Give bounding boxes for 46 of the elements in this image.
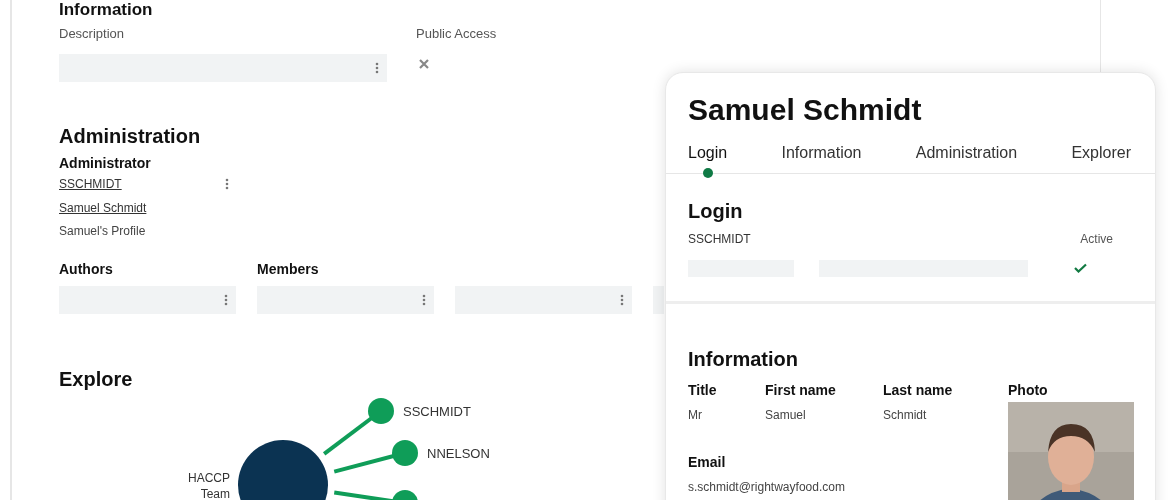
card-title: Samuel Schmidt xyxy=(688,92,922,128)
field-value: Samuel xyxy=(765,406,806,424)
field-label: Email xyxy=(688,452,726,472)
more-icon[interactable] xyxy=(620,293,624,306)
name-link[interactable]: Samuel Schmidt xyxy=(59,200,147,215)
input-field[interactable] xyxy=(257,285,434,314)
user-link[interactable]: SSCHMIDT xyxy=(59,175,122,192)
profile-text: Samuel's Profile xyxy=(59,222,146,239)
field-label: Public Access xyxy=(416,25,497,43)
graph-node[interactable] xyxy=(392,490,418,500)
field-value: Schmidt xyxy=(883,406,927,424)
more-icon[interactable] xyxy=(422,293,426,306)
field-label: Members xyxy=(257,259,319,279)
section-heading: Information xyxy=(59,0,153,18)
field-label: Administrator xyxy=(59,153,151,173)
field-label: Active xyxy=(1080,230,1113,248)
section-heading: Information xyxy=(688,346,798,372)
tab[interactable]: Explorer xyxy=(1071,140,1131,165)
field-label: Photo xyxy=(1008,380,1048,400)
node-label: HACCP Team xyxy=(188,471,230,500)
input-field[interactable] xyxy=(653,285,664,314)
node-label: SSCHMIDT xyxy=(403,404,471,419)
input-field[interactable] xyxy=(455,285,632,314)
username-text: SSCHMIDT xyxy=(688,230,751,248)
field-label: Description xyxy=(59,25,125,43)
more-icon[interactable] xyxy=(224,293,228,306)
field-label: First name xyxy=(765,380,836,400)
field-label: Title xyxy=(688,380,717,400)
tab[interactable]: Information xyxy=(781,140,862,165)
graph-node[interactable] xyxy=(392,440,418,466)
field-value: Mr xyxy=(688,406,702,424)
tab[interactable]: Administration xyxy=(915,140,1018,165)
graph-node[interactable] xyxy=(238,440,328,500)
field-label: Authors xyxy=(59,259,113,279)
email-text: s.schmidt@rightwayfood.com xyxy=(688,478,845,496)
node-label: NNELSON xyxy=(427,446,490,461)
graph-node[interactable] xyxy=(368,398,394,424)
more-icon[interactable] xyxy=(225,177,229,190)
section-heading: Login xyxy=(688,198,743,224)
field-label: Last name xyxy=(883,380,953,400)
section-heading: Explore xyxy=(59,366,133,392)
more-icon[interactable] xyxy=(375,61,379,74)
tab[interactable]: Login xyxy=(688,140,728,165)
input-field[interactable] xyxy=(59,285,236,314)
section-heading: Administration xyxy=(59,123,201,149)
input-field[interactable] xyxy=(59,53,387,82)
